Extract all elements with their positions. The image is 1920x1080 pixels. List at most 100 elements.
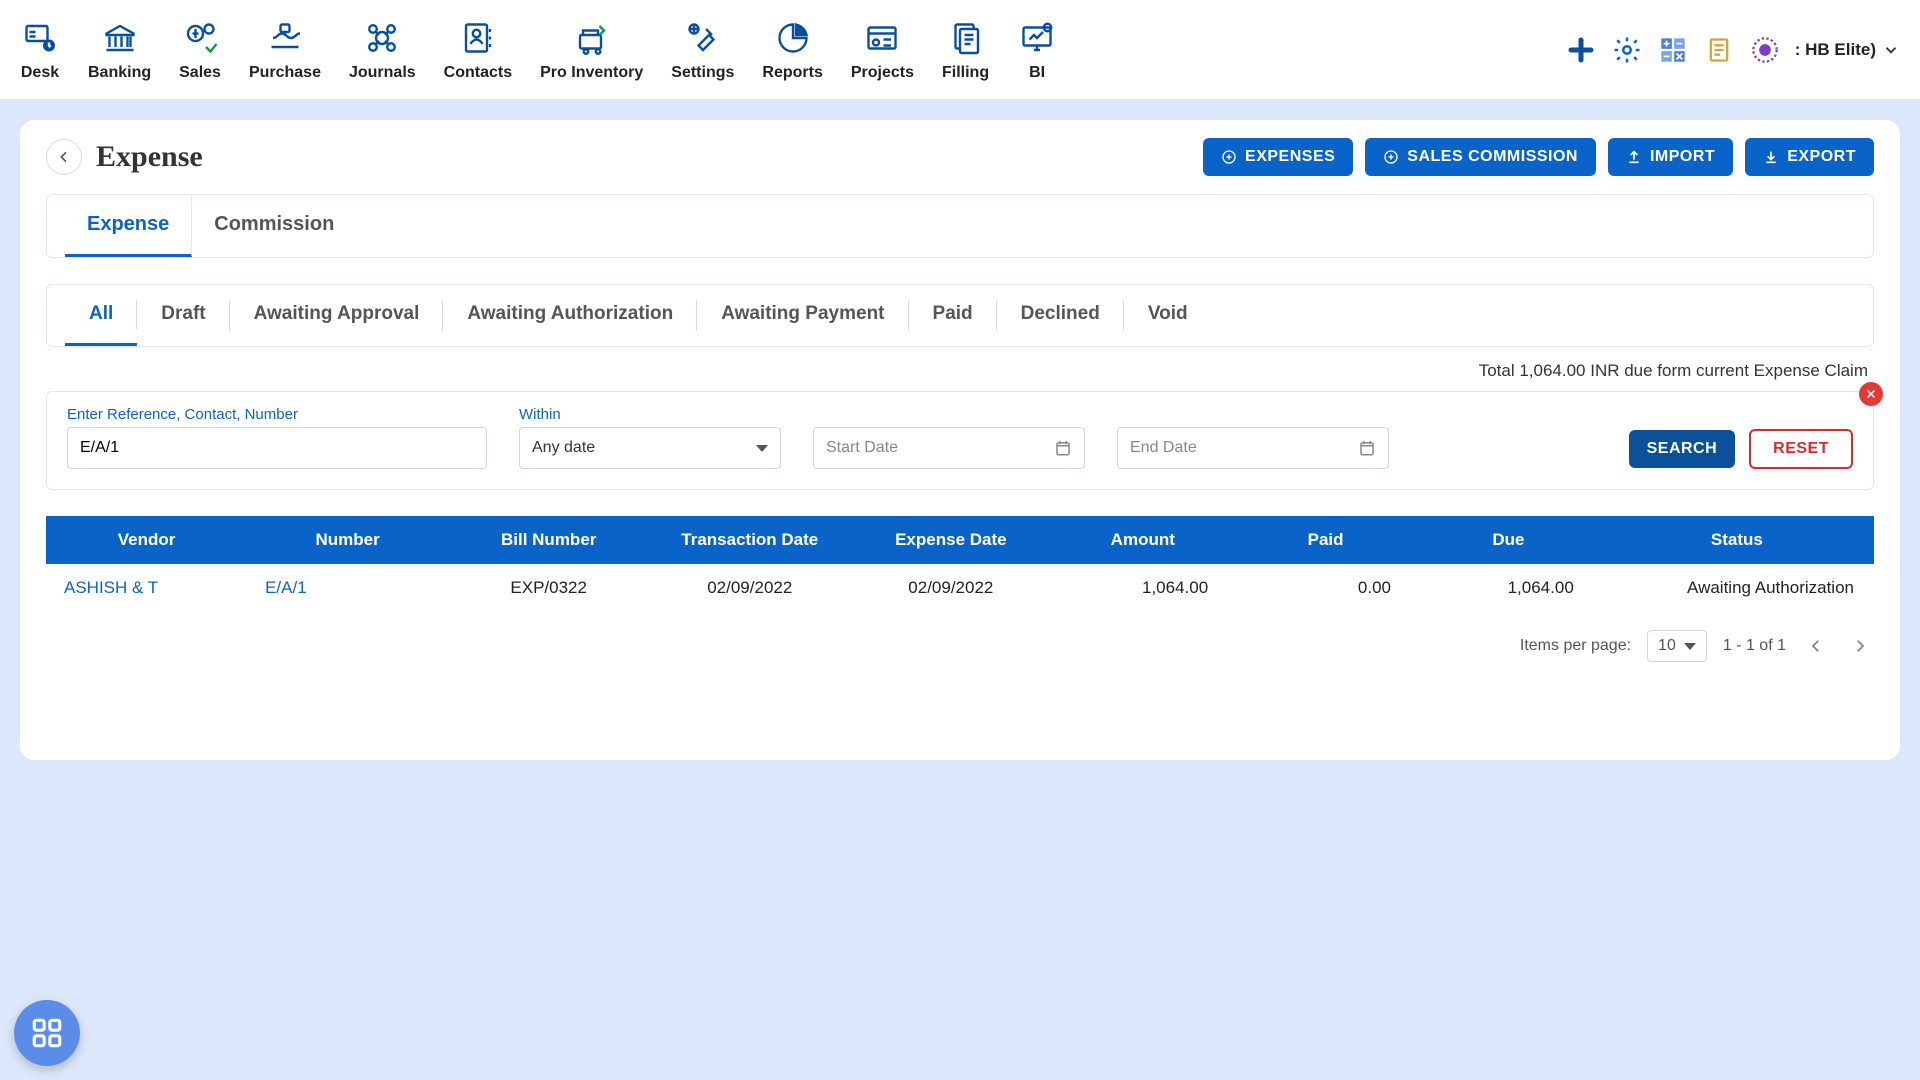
- nav-label: Pro Inventory: [540, 64, 643, 82]
- upload-icon: [1626, 149, 1642, 165]
- nav-journals[interactable]: Journals: [349, 18, 416, 82]
- chevron-down-icon: [1882, 41, 1900, 59]
- inventory-icon: [572, 18, 612, 58]
- nav-sales[interactable]: Sales: [179, 18, 221, 82]
- chevron-down-icon: [1684, 643, 1696, 650]
- org-label: : HB Elite): [1795, 40, 1876, 60]
- col-bill-number: Bill Number: [448, 516, 649, 564]
- plus-circle-icon: [1221, 149, 1237, 165]
- status-tab-awaiting-approval[interactable]: Awaiting Approval: [230, 285, 444, 346]
- document-icon[interactable]: [1703, 34, 1735, 66]
- status-tab-declined[interactable]: Declined: [997, 285, 1124, 346]
- cell-edate: 02/09/2022: [850, 564, 1051, 612]
- status-tab-paid[interactable]: Paid: [909, 285, 997, 346]
- cell-tdate: 02/09/2022: [649, 564, 850, 612]
- status-tab-all[interactable]: All: [65, 285, 137, 346]
- download-icon: [1763, 149, 1779, 165]
- nav-desk[interactable]: Desk: [20, 18, 60, 82]
- expenses-button[interactable]: EXPENSES: [1203, 138, 1353, 176]
- main-tabs: Expense Commission: [46, 194, 1874, 258]
- cell-paid: 0.00: [1234, 564, 1417, 612]
- back-button[interactable]: [46, 139, 82, 175]
- nav-filling[interactable]: Filling: [942, 18, 989, 82]
- cell-vendor[interactable]: ASHISH & T: [46, 564, 247, 612]
- items-per-page-label: Items per page:: [1520, 637, 1631, 655]
- col-amount: Amount: [1051, 516, 1234, 564]
- settings-icon: [683, 18, 723, 58]
- calendar-icon: [1358, 439, 1376, 457]
- calculator-icon[interactable]: [1657, 34, 1689, 66]
- col-vendor: Vendor: [46, 516, 247, 564]
- end-date-field: End Date: [1117, 406, 1389, 469]
- nav-contacts[interactable]: Contacts: [444, 18, 512, 82]
- nav-pro-inventory[interactable]: Pro Inventory: [540, 18, 643, 82]
- status-tab-awaiting-payment[interactable]: Awaiting Payment: [697, 285, 908, 346]
- search-button[interactable]: SEARCH: [1629, 430, 1736, 468]
- next-page-button[interactable]: [1846, 632, 1874, 660]
- col-number: Number: [247, 516, 448, 564]
- nav-projects[interactable]: Projects: [851, 18, 914, 82]
- within-value: Any date: [532, 439, 595, 457]
- add-icon[interactable]: [1565, 34, 1597, 66]
- top-right-actions: : HB Elite): [1565, 34, 1900, 66]
- nav-banking[interactable]: Banking: [88, 18, 151, 82]
- start-date-field: Start Date: [813, 406, 1085, 469]
- status-tab-draft[interactable]: Draft: [137, 285, 229, 346]
- page-title: Expense: [96, 140, 203, 174]
- nav-label: BI: [1029, 64, 1045, 82]
- status-tab-void[interactable]: Void: [1124, 285, 1212, 346]
- cell-status: Awaiting Authorization: [1600, 564, 1874, 612]
- nav-reports[interactable]: Reports: [762, 18, 822, 82]
- expense-table: Vendor Number Bill Number Transaction Da…: [46, 516, 1874, 612]
- reset-button[interactable]: RESET: [1749, 429, 1853, 469]
- close-filter-button[interactable]: [1859, 382, 1883, 406]
- apps-fab[interactable]: [14, 1000, 80, 1066]
- import-button[interactable]: IMPORT: [1608, 138, 1733, 176]
- bank-icon: [100, 18, 140, 58]
- page-header: Expense EXPENSES SALES COMMISSION IMPORT…: [46, 138, 1874, 176]
- page-range: 1 - 1 of 1: [1723, 637, 1786, 655]
- col-paid: Paid: [1234, 516, 1417, 564]
- reference-label: Enter Reference, Contact, Number: [67, 406, 487, 423]
- within-label: Within: [519, 406, 781, 423]
- reports-icon: [773, 18, 813, 58]
- nav-purchase[interactable]: Purchase: [249, 18, 321, 82]
- status-tab-awaiting-authorization[interactable]: Awaiting Authorization: [443, 285, 697, 346]
- nav-settings[interactable]: Settings: [671, 18, 734, 82]
- nav-bi[interactable]: BI: [1017, 18, 1057, 82]
- gear-icon[interactable]: [1611, 34, 1643, 66]
- bi-icon: [1017, 18, 1057, 58]
- table-row[interactable]: ASHISH & T E/A/1 EXP/0322 02/09/2022 02/…: [46, 564, 1874, 612]
- purchase-icon: [265, 18, 305, 58]
- new-badge-icon[interactable]: [1749, 34, 1781, 66]
- cell-bill: EXP/0322: [448, 564, 649, 612]
- plus-circle-icon: [1383, 149, 1399, 165]
- nav-label: Reports: [762, 64, 822, 82]
- projects-icon: [862, 18, 902, 58]
- page-size-select[interactable]: 10: [1647, 630, 1707, 662]
- filling-icon: [946, 18, 986, 58]
- status-tabs: All Draft Awaiting Approval Awaiting Aut…: [46, 284, 1874, 347]
- tab-expense[interactable]: Expense: [65, 195, 192, 257]
- nav-label: Journals: [349, 64, 416, 82]
- main-card: Expense EXPENSES SALES COMMISSION IMPORT…: [20, 120, 1900, 760]
- nav-label: Filling: [942, 64, 989, 82]
- start-date-placeholder: Start Date: [826, 439, 898, 457]
- within-field: Within Any date: [519, 406, 781, 469]
- start-date-input[interactable]: Start Date: [813, 427, 1085, 469]
- col-due: Due: [1417, 516, 1600, 564]
- sales-commission-button[interactable]: SALES COMMISSION: [1365, 138, 1596, 176]
- nav-label: Projects: [851, 64, 914, 82]
- button-label: SALES COMMISSION: [1407, 148, 1578, 166]
- org-selector[interactable]: : HB Elite): [1795, 40, 1900, 60]
- reference-input[interactable]: [67, 427, 487, 469]
- export-button[interactable]: EXPORT: [1745, 138, 1874, 176]
- end-date-input[interactable]: End Date: [1117, 427, 1389, 469]
- page-size-value: 10: [1658, 637, 1676, 655]
- tab-commission[interactable]: Commission: [192, 195, 356, 257]
- contacts-icon: [458, 18, 498, 58]
- prev-page-button[interactable]: [1802, 632, 1830, 660]
- col-expense-date: Expense Date: [850, 516, 1051, 564]
- cell-number[interactable]: E/A/1: [247, 564, 448, 612]
- within-select[interactable]: Any date: [519, 427, 781, 469]
